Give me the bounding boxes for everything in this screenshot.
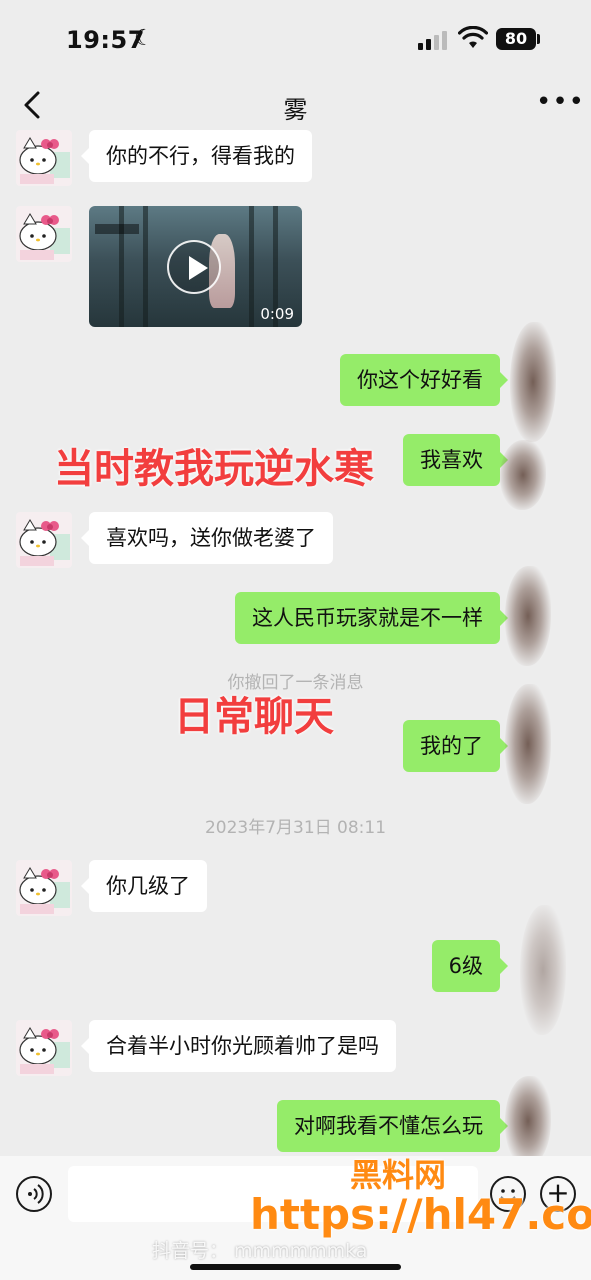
message-bubble-outgoing[interactable]: 我喜欢 — [403, 434, 508, 486]
video-duration: 0:09 — [260, 305, 294, 323]
moon-icon: ☾ — [134, 26, 154, 51]
message-bubble-outgoing[interactable]: 我的了 — [403, 720, 508, 772]
avatar[interactable] — [16, 860, 72, 916]
message-bubble-outgoing[interactable]: 6级 — [431, 940, 509, 992]
timestamp: 2023年7月31日 08:11 — [204, 818, 387, 838]
status-bar: 19:57 ☾ 80 — [0, 0, 591, 78]
battery-indicator: 80 — [496, 28, 536, 50]
video-scenery — [143, 206, 148, 327]
avatar[interactable] — [16, 130, 72, 186]
watermark-url: https://hl47.co — [250, 1190, 591, 1239]
message-bubble-incoming[interactable]: 你几级了 — [81, 860, 207, 912]
message-bubble-incoming[interactable]: 喜欢吗，送你做老婆了 — [81, 512, 333, 564]
more-dots-icon[interactable]: ••• — [536, 89, 585, 115]
avatar[interactable] — [16, 206, 72, 262]
kitty-avatar-icon — [19, 867, 70, 914]
caption-overlay: 日常聊天 — [174, 694, 334, 740]
message-bubble-incoming[interactable]: 合着半小时你光顾着帅了是吗 — [81, 1020, 396, 1072]
kitty-avatar-icon — [19, 1027, 70, 1074]
home-indicator[interactable] — [190, 1264, 401, 1270]
message-bubble-outgoing[interactable]: 对啊我看不懂怎么玩 — [277, 1100, 508, 1152]
kitty-avatar-icon — [19, 519, 70, 566]
video-hud — [95, 224, 139, 234]
redacted-avatar — [505, 684, 551, 804]
video-scenery — [249, 206, 254, 327]
caption-overlay: 当时教我玩逆水寒 — [54, 446, 374, 492]
message-bubble-outgoing[interactable]: 你这个好好看 — [340, 354, 508, 406]
redacted-avatar — [500, 440, 546, 510]
sound-wave-icon — [28, 1184, 44, 1204]
kitty-avatar-icon — [19, 213, 70, 260]
battery-tip — [537, 34, 540, 44]
message-bubble-incoming[interactable]: 你的不行，得看我的 — [81, 130, 312, 182]
douyin-watermark: 抖音号： mmmmmmka — [152, 1240, 368, 1262]
voice-icon[interactable] — [16, 1176, 52, 1212]
redacted-avatar — [520, 905, 566, 1035]
video-message[interactable]: 0:09 — [89, 206, 302, 327]
wifi-icon — [458, 26, 488, 48]
kitty-avatar-icon — [19, 137, 70, 184]
redacted-avatar — [510, 322, 556, 442]
play-icon[interactable] — [167, 240, 221, 294]
chat-header: 雾 ••• — [0, 78, 591, 132]
signal-icon — [418, 31, 447, 50]
avatar[interactable] — [16, 512, 72, 568]
redacted-avatar — [505, 1076, 551, 1166]
avatar[interactable] — [16, 1020, 72, 1076]
chat-title: 雾 — [283, 96, 308, 124]
message-bubble-outgoing[interactable]: 这人民币玩家就是不一样 — [235, 592, 508, 644]
redacted-avatar — [505, 566, 551, 666]
